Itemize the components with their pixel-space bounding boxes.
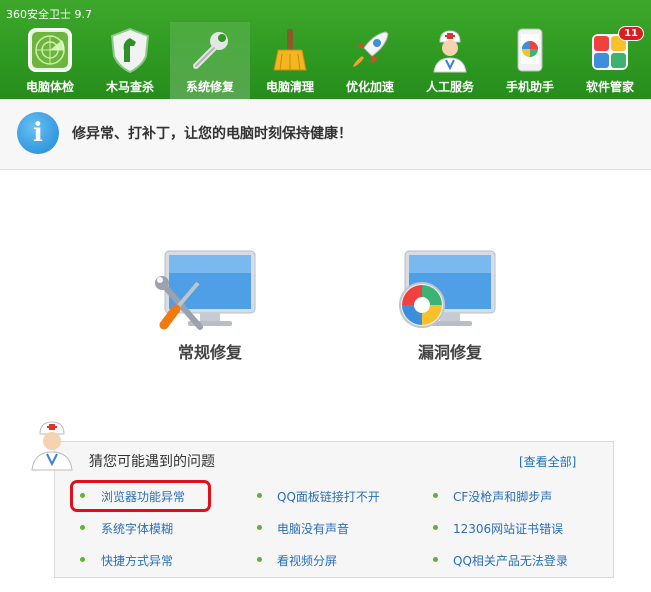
- problem-link[interactable]: CF没枪声和脚步声: [453, 488, 552, 505]
- nav-item-speedup[interactable]: 优化加速: [330, 22, 410, 99]
- radar-icon: [28, 28, 72, 72]
- nav-item-support[interactable]: 人工服务: [410, 22, 490, 99]
- problem-link[interactable]: 系统字体模糊: [101, 520, 173, 537]
- top-header: 360安全卫士 9.7 电脑体检 木马查杀 系统修复 电脑清理 优化加速 人工服…: [0, 0, 651, 99]
- normal-repair-label: 常规修复: [177, 343, 242, 362]
- nav-item-phone-assistant[interactable]: 手机助手: [490, 22, 570, 99]
- main-nav: 电脑体检 木马查杀 系统修复 电脑清理 优化加速 人工服务 手机助手 11 软件…: [0, 22, 651, 99]
- shield-horse-icon: [110, 27, 150, 74]
- app-title: 360安全卫士 9.7: [6, 8, 92, 21]
- nav-item-cleanup[interactable]: 电脑清理: [250, 22, 330, 99]
- problem-link[interactable]: QQ相关产品无法登录: [453, 552, 568, 569]
- nav-item-checkup[interactable]: 电脑体检: [10, 22, 90, 99]
- problem-link[interactable]: 12306网站证书错误: [453, 520, 563, 537]
- bullet-icon: [433, 493, 438, 498]
- nav-label: 人工服务: [425, 80, 474, 94]
- view-all-link[interactable]: [查看全部]: [519, 453, 576, 470]
- doctor-avatar-icon: [31, 421, 73, 471]
- info-message: 修异常、打补丁，让您的电脑时刻保持健康！: [72, 126, 352, 142]
- bullet-icon: [257, 557, 262, 562]
- info-bar: i 修异常、打补丁，让您的电脑时刻保持健康！: [0, 99, 651, 170]
- update-count-badge: 11: [618, 26, 644, 41]
- nav-item-trojan-scan[interactable]: 木马查杀: [90, 22, 170, 99]
- nav-label: 木马查杀: [105, 80, 154, 94]
- broom-icon: [273, 29, 307, 71]
- monitor-windows-icon: [399, 250, 496, 328]
- problem-link[interactable]: 快捷方式异常: [101, 552, 173, 569]
- highlight-box: [70, 480, 211, 512]
- nav-label: 系统修复: [185, 80, 234, 94]
- wrench-icon: [193, 32, 228, 69]
- doctor-icon: [433, 30, 467, 73]
- bullet-icon: [80, 525, 85, 530]
- nav-item-software-manager[interactable]: 11 软件管家: [570, 22, 650, 99]
- bullet-icon: [433, 557, 438, 562]
- normal-repair-button[interactable]: 常规修复: [150, 247, 270, 367]
- nav-item-system-repair[interactable]: 系统修复: [170, 22, 250, 99]
- nav-label: 电脑体检: [25, 80, 74, 94]
- info-icon: i: [17, 112, 59, 154]
- problems-title: 猜您可能遇到的问题: [89, 454, 215, 470]
- phone-icon: [517, 28, 543, 72]
- bullet-icon: [80, 557, 85, 562]
- nav-label: 电脑清理: [265, 80, 314, 94]
- rocket-icon: [353, 31, 389, 67]
- vuln-repair-button[interactable]: 漏洞修复: [390, 247, 510, 367]
- problem-link[interactable]: 电脑没有声音: [277, 520, 349, 537]
- problem-link[interactable]: 看视频分屏: [277, 552, 337, 569]
- problem-link[interactable]: QQ面板链接打不开: [277, 488, 380, 505]
- nav-label: 优化加速: [345, 80, 394, 94]
- nav-label: 软件管家: [585, 80, 634, 94]
- monitor-tools-icon: [155, 250, 256, 330]
- vuln-repair-label: 漏洞修复: [417, 343, 482, 362]
- nav-label: 手机助手: [505, 80, 554, 94]
- bullet-icon: [257, 493, 262, 498]
- bullet-icon: [257, 525, 262, 530]
- bullet-icon: [433, 525, 438, 530]
